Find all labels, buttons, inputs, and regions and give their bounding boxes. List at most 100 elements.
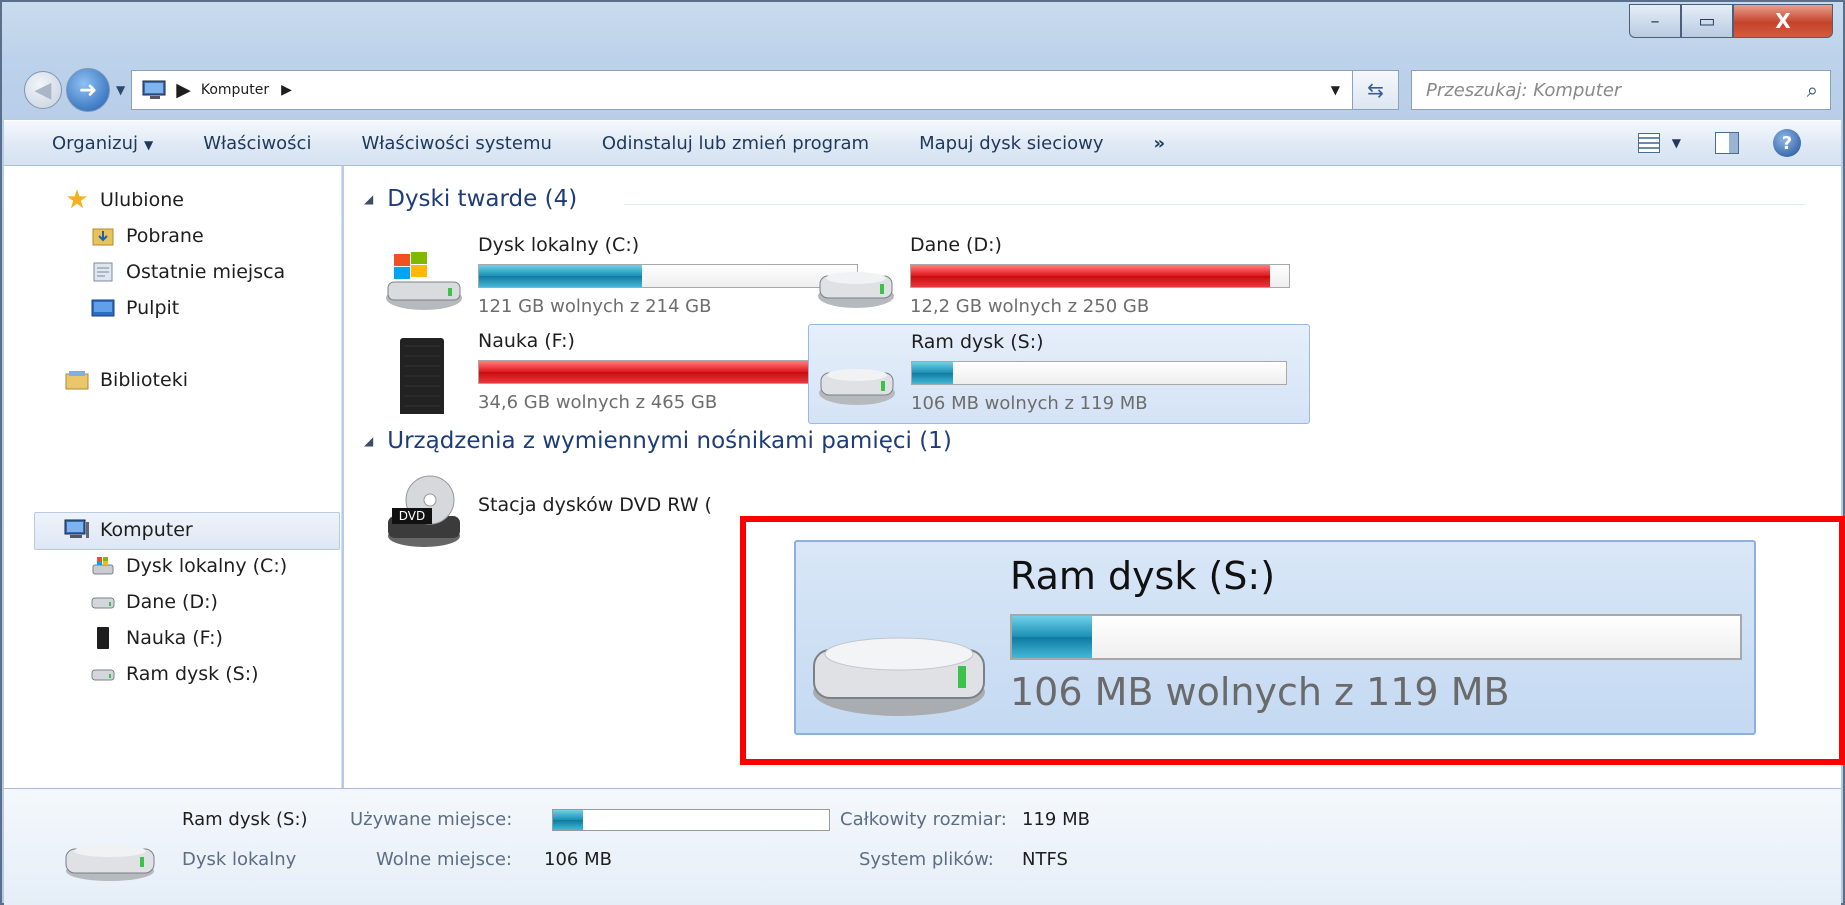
drive-usage-fill [479, 265, 642, 287]
recent-places-icon [90, 260, 116, 284]
uninstall-program-button[interactable]: Odinstaluj lub zmień program [602, 133, 869, 154]
drive-usage-fill [911, 265, 1271, 287]
hard-drive-icon [813, 637, 985, 716]
forward-button[interactable]: ➜ [66, 68, 110, 112]
group-header-removable[interactable]: ◢ Urządzenia z wymiennymi nośnikami pami… [364, 428, 952, 454]
zoomed-drive-tile-s: Ram dysk (S:) 106 MB wolnych z 119 MB [794, 540, 1756, 735]
external-drive-icon [400, 338, 444, 414]
search-placeholder: Przeszukaj: Komputer [1426, 79, 1622, 101]
refresh-button[interactable]: ⇆ [1353, 70, 1399, 110]
drive-tile-f[interactable]: Nauka (F:) 34,6 GB wolnych z 465 GB [376, 324, 876, 424]
search-input[interactable]: Przeszukaj: Komputer ⌕ [1411, 70, 1831, 110]
drive-usage-bar [478, 360, 858, 384]
view-icon [1637, 133, 1660, 153]
minimize-button[interactable]: – [1629, 4, 1681, 38]
background-window-ghost [62, 50, 67, 69]
hard-drive-icon [818, 272, 894, 308]
nav-libraries[interactable]: Biblioteki [64, 368, 188, 392]
computer-icon [64, 518, 90, 542]
nav-downloads[interactable]: Pobrane [90, 224, 204, 248]
system-properties-button[interactable]: Właściwości systemu [361, 133, 551, 154]
address-bar[interactable]: ▶ Komputer ▶ ▼ [131, 70, 1353, 110]
details-pane: Ram dysk (S:) Dysk lokalny Używane miejs… [4, 788, 1841, 905]
libraries-icon [64, 368, 90, 392]
group-divider [624, 204, 1805, 205]
drive-tile-c[interactable]: Dysk lokalny (C:) 121 GB wolnych z 214 G… [376, 228, 876, 328]
computer-icon [142, 80, 166, 99]
drive-usage-fill [479, 361, 831, 383]
details-drive-name: Ram dysk (S:) [182, 809, 308, 830]
dvd-drive-tile[interactable]: DVD Stacja dysków DVD RW ( [376, 462, 712, 562]
drive-name: Dysk lokalny (C:) [478, 234, 640, 256]
details-fs-value: NTFS [1022, 849, 1068, 870]
drive-free-space: 121 GB wolnych z 214 GB [478, 296, 712, 317]
drive-tile-s[interactable]: Ram dysk (S:) 106 MB wolnych z 119 MB [808, 324, 1310, 424]
more-commands-button[interactable]: » [1154, 133, 1166, 154]
drive-name: Nauka (F:) [478, 330, 575, 352]
nav-favorites[interactable]: ★ Ulubione [64, 185, 184, 215]
zoomed-usage-bar [1010, 614, 1742, 660]
details-total-label: Całkowity rozmiar: [840, 809, 1007, 830]
nav-drive-s[interactable]: Ram dysk (S:) [90, 662, 259, 686]
address-dropdown-icon[interactable]: ▼ [1331, 83, 1340, 97]
maximize-button[interactable]: ▭ [1681, 4, 1733, 38]
drive-free-space: 12,2 GB wolnych z 250 GB [910, 296, 1150, 317]
zoomed-drive-name: Ram dysk (S:) [1010, 554, 1276, 598]
caption-buttons: – ▭ X [1629, 4, 1833, 40]
breadcrumb-computer[interactable]: Komputer [201, 82, 269, 98]
nav-drive-f[interactable]: Nauka (F:) [90, 626, 223, 650]
organize-menu[interactable]: Organizuj ▼ [52, 133, 153, 154]
nav-drive-d[interactable]: Dane (D:) [90, 590, 218, 614]
downloads-folder-icon [90, 224, 116, 248]
zoomed-usage-fill [1012, 616, 1093, 658]
chevron-down-icon: ▼ [1671, 136, 1681, 150]
details-total-value: 119 MB [1022, 809, 1090, 830]
details-free-value: 106 MB [544, 849, 612, 870]
collapse-triangle-icon: ◢ [364, 434, 374, 448]
help-icon[interactable]: ? [1773, 129, 1801, 157]
chevron-down-icon: ▼ [143, 137, 154, 152]
drive-name: Ram dysk (S:) [911, 331, 1044, 353]
map-network-drive-button[interactable]: Mapuj dysk sieciowy [919, 133, 1103, 154]
drive-free-space: 106 MB wolnych z 119 MB [911, 393, 1148, 414]
details-usage-fill [553, 810, 584, 830]
breadcrumb-separator-icon[interactable]: ▶ [176, 79, 191, 101]
zoom-callout-frame: Ram dysk (S:) 106 MB wolnych z 119 MB [740, 516, 1845, 765]
group-header-hard-disks[interactable]: ◢ Dyski twarde (4) [364, 186, 577, 212]
hard-drive-icon [90, 590, 116, 614]
drive-free-space: 34,6 GB wolnych z 465 GB [478, 392, 718, 413]
details-free-label: Wolne miejsce: [376, 849, 512, 870]
hard-drive-icon [819, 369, 895, 405]
preview-pane-icon[interactable] [1715, 132, 1739, 154]
drive-usage-bar [910, 264, 1290, 288]
nav-drive-c[interactable]: Dysk lokalny (C:) [90, 554, 287, 578]
zoomed-free-space: 106 MB wolnych z 119 MB [1010, 670, 1510, 714]
windows-drive-icon [90, 554, 116, 578]
command-bar: Organizuj ▼ Właściwości Właściwości syste… [4, 120, 1841, 166]
search-icon[interactable]: ⌕ [1807, 78, 1818, 102]
collapse-triangle-icon: ◢ [364, 192, 374, 206]
close-button[interactable]: X [1733, 4, 1833, 38]
navigation-pane: ★ Ulubione Pobrane Ostatnie miejsca Pulp… [4, 166, 342, 788]
nav-recent-places[interactable]: Ostatnie miejsca [90, 260, 285, 284]
details-used-label: Używane miejsce: [350, 809, 513, 830]
desktop-icon [90, 296, 116, 320]
explorer-window: – ▭ X ◀ ➜ ▼ ▶ Komputer ▶ ▼ ⇆ Przeszukaj:… [0, 0, 1845, 905]
dvd-drive-name: Stacja dysków DVD RW ( [478, 494, 712, 516]
breadcrumb-chevron-icon[interactable]: ▶ [281, 82, 292, 98]
nav-desktop[interactable]: Pulpit [90, 296, 179, 320]
properties-button[interactable]: Właściwości [203, 133, 311, 154]
details-usage-bar [552, 809, 830, 831]
dvd-drive-icon: DVD [388, 475, 460, 547]
drive-usage-bar [478, 264, 858, 288]
details-fs-label: System plików: [859, 849, 994, 870]
change-view-button[interactable]: ▼ [1637, 133, 1681, 153]
nav-computer[interactable]: Komputer [64, 518, 193, 542]
drive-name: Dane (D:) [910, 234, 1002, 256]
back-button[interactable]: ◀ [24, 71, 62, 109]
drive-usage-bar [911, 361, 1287, 385]
recent-pages-dropdown[interactable]: ▼ [116, 83, 125, 97]
hard-drive-icon [90, 662, 116, 686]
dvd-badge: DVD [399, 509, 425, 523]
drive-tile-d[interactable]: Dane (D:) 12,2 GB wolnych z 250 GB [808, 228, 1308, 328]
